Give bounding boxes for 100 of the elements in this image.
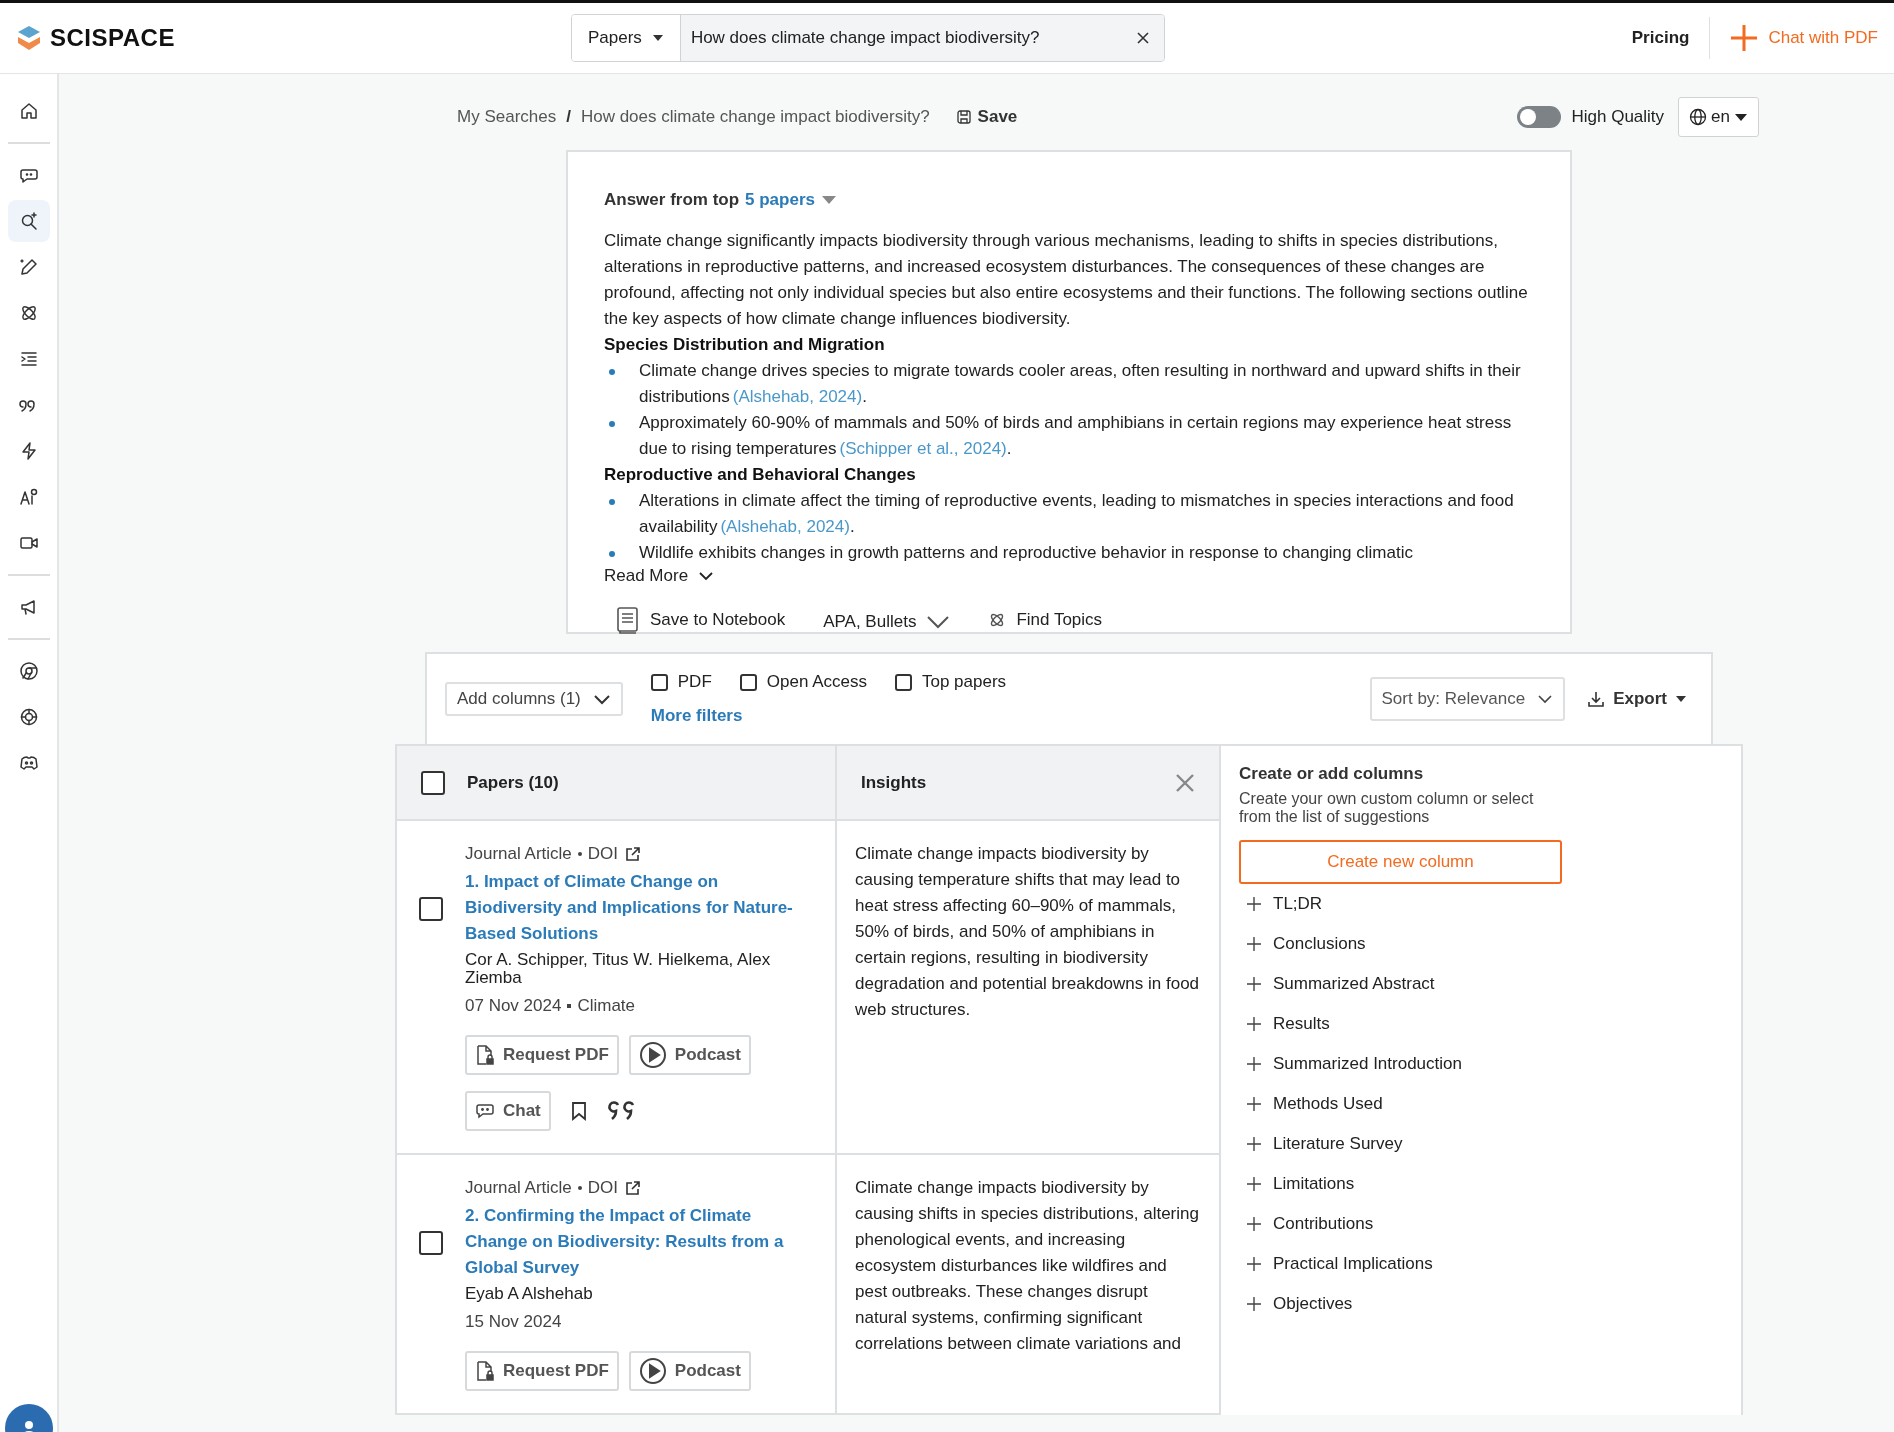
plus-icon — [1247, 1017, 1261, 1031]
column-suggestion[interactable]: Methods Used — [1247, 1084, 1383, 1124]
column-suggestion[interactable]: Practical Implications — [1247, 1244, 1433, 1284]
document-lock-icon — [475, 1360, 495, 1382]
caret-icon — [1675, 695, 1687, 703]
column-suggestion[interactable]: Conclusions — [1247, 924, 1366, 964]
export-button[interactable]: Export — [1587, 689, 1687, 709]
doi-link[interactable]: DOI — [587, 841, 618, 867]
bullet-text: Wildlife exhibits changes in growth patterns and reproductive behavior in response to changing climatic — [639, 542, 1413, 564]
plus-icon — [1247, 977, 1261, 991]
checkbox[interactable] — [419, 1231, 443, 1255]
insight-text: Climate change impacts biodiversity by causing shifts in species distributions, altering phenological events, and increasing ecosystem disturbances like wildfires and pest outbreaks. These changes disrupt natural systems, confirming significant correlations between climate variations and — [855, 1177, 1200, 1355]
scope-dropdown[interactable]: Papers — [572, 15, 681, 61]
paper-venue: Climate — [577, 995, 636, 1017]
bullet-dot — [609, 499, 615, 505]
search-input[interactable]: How does climate change impact biodiversity? — [680, 15, 1122, 61]
column-suggestion[interactable]: Summarized Introduction — [1247, 1044, 1462, 1084]
toggle-label: High Quality — [1571, 107, 1665, 127]
checkbox[interactable] — [421, 770, 445, 795]
citation-format-dropdown[interactable]: APA, Bullets — [823, 612, 951, 632]
checkbox[interactable] — [650, 673, 668, 691]
column-suggestion[interactable]: Contributions — [1247, 1204, 1374, 1244]
paper-date: 07 Nov 2024 — [465, 995, 562, 1017]
answer-heading: Answer from top — [604, 190, 740, 210]
external-link-icon[interactable] — [624, 1179, 641, 1197]
play-icon — [638, 1357, 667, 1385]
caret-icon[interactable] — [821, 195, 837, 205]
notebook-icon — [616, 606, 640, 634]
checkbox[interactable] — [894, 673, 912, 691]
caret-icon — [651, 34, 664, 42]
quality-toggle[interactable] — [1517, 106, 1562, 128]
language-dropdown[interactable]: en — [1678, 97, 1759, 137]
bullet-text: Alterations in climate affect the timing of reproductive events, leading to mismatches in species interactions and food availability (Alshehab, 2024). — [639, 490, 1515, 538]
column-suggestion[interactable]: Results — [1247, 1004, 1330, 1044]
answer-paragraph: Climate change significantly impacts biodiversity through various mechanisms, leading to shifts in species distributions, alterations in reproductive patterns, and increased ecosystem disturbances. The consequences of these changes are profound, affecting not only individual species but also entire ecosystems and their functions. The following sections outline the key aspects of how climate change influences biodiversity. — [604, 230, 1529, 330]
external-link-icon[interactable] — [624, 845, 641, 863]
panel-description: Create your own custom column or select from the list of suggestions — [1239, 790, 1535, 826]
plus-icon — [1247, 1137, 1261, 1151]
chat-icon — [475, 1102, 495, 1120]
caret-icon — [1734, 112, 1748, 122]
sort-dropdown[interactable]: Sort by: Relevance — [1369, 677, 1566, 721]
logo-text: SCISPACE — [50, 24, 175, 52]
quote-icon[interactable] — [606, 1100, 637, 1122]
plus-icon — [1247, 1177, 1261, 1191]
column-title: Insights — [861, 772, 927, 793]
paper-title-link[interactable]: 1. Impact of Climate Change on Biodiversity and Implications for Nature-Based Solutions — [465, 869, 817, 947]
plus-icon — [1247, 1217, 1261, 1231]
logo-icon — [16, 24, 42, 52]
request-pdf-button[interactable]: Request PDF — [465, 1035, 619, 1075]
close-icon[interactable] — [1175, 772, 1195, 793]
close-icon — [1136, 31, 1150, 45]
panel-title: Create or add columns — [1239, 764, 1424, 784]
paper-authors: Eyab A Alshehab — [465, 1285, 594, 1303]
plus-icon — [1247, 1257, 1261, 1271]
plus-icon — [1247, 937, 1261, 951]
save-to-notebook-button[interactable]: Save to Notebook — [616, 606, 786, 634]
doi-link[interactable]: DOI — [587, 1175, 618, 1201]
paper-title-link[interactable]: 2. Confirming the Impact of Climate Change on Biodiversity: Results from a Global Survey — [465, 1203, 817, 1281]
pricing-link[interactable]: Pricing — [1631, 28, 1690, 48]
download-icon — [1587, 690, 1606, 708]
home-icon — [18, 101, 39, 121]
breadcrumb-link[interactable]: My Searches — [457, 107, 557, 127]
column-suggestion[interactable]: Summarized Abstract — [1247, 964, 1435, 1004]
bullet-text: Approximately 60-90% of mammals and 50% of birds and amphibians in certain regions may experience heat stress due to rising temperatures (Schipper et al., 2024). — [639, 412, 1513, 460]
text-icon — [18, 487, 39, 507]
read-more-button[interactable]: Read More — [604, 566, 715, 586]
column-suggestion[interactable]: Literature Survey — [1247, 1124, 1403, 1164]
checkbox-label: Top papers — [921, 672, 1007, 692]
save-icon — [955, 109, 972, 125]
podcast-button[interactable]: Podcast — [628, 1035, 751, 1075]
checkbox[interactable] — [739, 673, 757, 691]
clear-button[interactable] — [1122, 15, 1164, 61]
paper-type: Journal Article — [465, 843, 572, 865]
paper-type: Journal Article — [465, 1177, 572, 1199]
separator-dot — [577, 852, 582, 856]
more-filters-link[interactable]: More filters — [650, 706, 1007, 726]
checkbox[interactable] — [419, 897, 443, 921]
plus-icon — [1247, 897, 1261, 911]
list-icon — [18, 349, 39, 369]
column-suggestion[interactable]: Limitations — [1247, 1164, 1355, 1204]
chevron-icon — [926, 615, 951, 629]
paper-authors: Cor A. Schipper, Titus W. Hielkema, Alex Ziemba — [465, 951, 772, 987]
save-button[interactable]: Save — [955, 107, 1018, 127]
gamepad-icon — [18, 753, 39, 773]
sidebar-item[interactable] — [7, 200, 50, 242]
bullet-dot — [609, 369, 615, 375]
section-heading: Reproductive and Behavioral Changes — [604, 464, 917, 486]
column-suggestion[interactable]: Objectives — [1247, 1284, 1353, 1324]
bookmark-icon[interactable] — [570, 1101, 587, 1121]
papers-link[interactable]: 5 papers — [745, 190, 815, 210]
pen-icon — [18, 257, 39, 277]
paper-date: 15 Nov 2024 — [465, 1311, 562, 1333]
find-topics-button[interactable]: Find Topics — [988, 610, 1103, 630]
plus-icon — [1247, 1297, 1261, 1311]
podcast-button[interactable]: Podcast — [628, 1351, 751, 1391]
browser-icon — [18, 661, 39, 681]
request-pdf-button[interactable]: Request PDF — [465, 1351, 619, 1391]
add-columns-dropdown[interactable]: Add columns (1) — [445, 682, 623, 716]
chat-button[interactable]: Chat — [465, 1091, 551, 1131]
column-suggestion[interactable]: TL;DR — [1247, 884, 1323, 924]
